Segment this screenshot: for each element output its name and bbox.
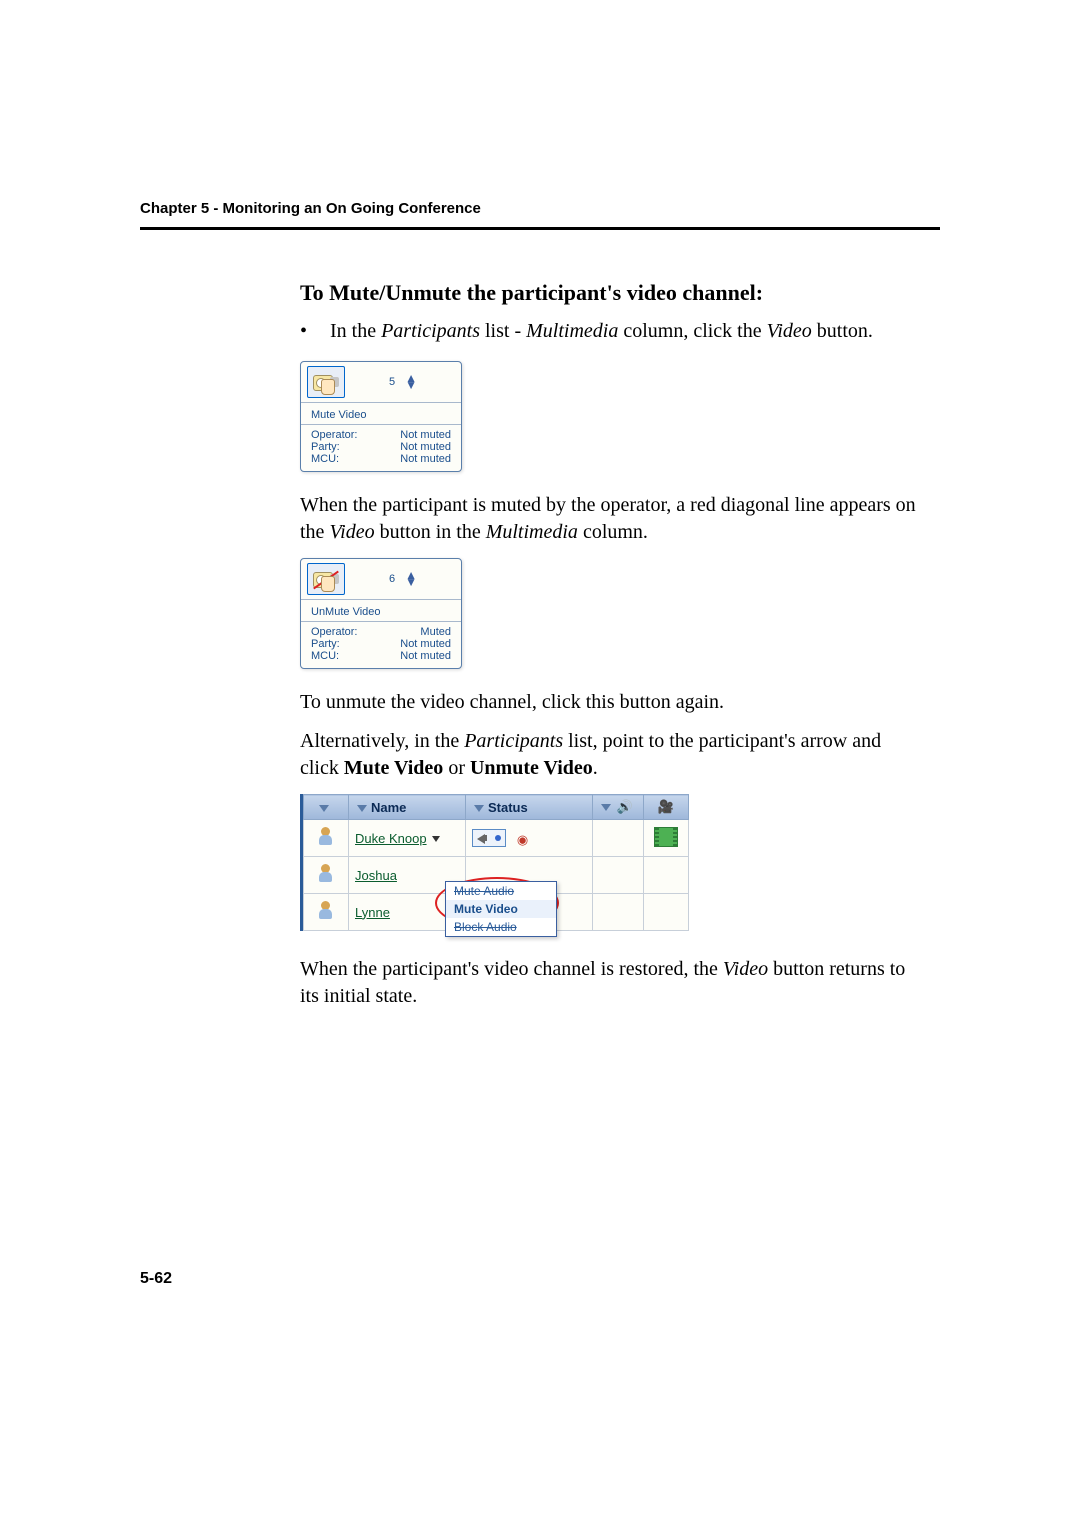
tooltip-title: Mute Video <box>301 403 461 425</box>
tooltip-title: UnMute Video <box>301 600 461 622</box>
tooltip-count: 5 <box>389 376 395 388</box>
hand-cursor-icon <box>321 576 335 592</box>
tooltip-row: MCU:Not muted <box>311 650 451 662</box>
participants-table-figure: Name Status 🔊 🎥 Duke Knoop <box>300 794 920 936</box>
participant-link[interactable]: Lynne <box>355 905 390 920</box>
tooltip-row: Operator:Muted <box>311 626 451 638</box>
column-header-status[interactable]: Status <box>466 795 593 820</box>
bullet-dot: • <box>300 318 330 345</box>
chapter-header: Chapter 5 - Monitoring an On Going Confe… <box>140 200 940 217</box>
participant-link[interactable]: Joshua <box>355 868 397 883</box>
tooltip-row: Operator:Not muted <box>311 429 451 441</box>
dropdown-icon[interactable] <box>432 836 440 842</box>
status-dot-icon: ◉ <box>517 832 528 847</box>
sort-icon <box>319 805 329 812</box>
context-menu: Mute Audio Mute Video Block Audio <box>445 881 557 937</box>
sort-icon <box>601 804 611 811</box>
camera-icon <box>313 373 339 391</box>
table-row[interactable]: Duke Knoop ◉ <box>304 820 689 857</box>
table-row[interactable]: Joshua Mute Audio Mute Video Block Audio <box>304 857 689 894</box>
speaker-icon <box>477 832 491 844</box>
participant-link[interactable]: Duke Knoop <box>355 831 427 846</box>
column-header-icon[interactable] <box>304 795 349 820</box>
paragraph: To unmute the video channel, click this … <box>300 689 920 716</box>
column-header-video[interactable]: 🎥 <box>644 795 689 820</box>
page-number: 5-62 <box>140 1270 940 1288</box>
unmute-video-tooltip-figure: 6 ▲▼ UnMute Video Operator:Muted Party:N… <box>300 558 920 669</box>
stepper-icon: ▲▼ <box>405 572 417 586</box>
video-button-muted[interactable] <box>307 563 345 595</box>
stepper-icon: ▲▼ <box>405 375 417 389</box>
person-icon <box>317 864 335 884</box>
paragraph: When the participant is muted by the ope… <box>300 492 920 546</box>
tooltip-row: Party:Not muted <box>311 441 451 453</box>
paragraph: When the participant's video channel is … <box>300 956 920 1010</box>
bullet-text: In the Participants list - Multimedia co… <box>330 318 873 345</box>
camera-muted-icon <box>313 570 339 588</box>
film-icon[interactable] <box>654 827 678 847</box>
participants-table: Name Status 🔊 🎥 Duke Knoop <box>303 794 689 931</box>
column-header-name[interactable]: Name <box>349 795 466 820</box>
sort-icon <box>357 805 367 812</box>
menu-item-mute-video[interactable]: Mute Video <box>446 900 556 918</box>
mute-video-tooltip-figure: 5 ▲▼ Mute Video Operator:Not muted Party… <box>300 361 920 472</box>
video-button[interactable] <box>307 366 345 398</box>
person-icon <box>317 901 335 921</box>
status-connected <box>472 829 506 847</box>
tooltip-row: MCU:Not muted <box>311 453 451 465</box>
tooltip-count: 6 <box>389 573 395 585</box>
person-icon <box>317 827 335 847</box>
menu-item-mute-audio[interactable]: Mute Audio <box>446 882 556 900</box>
menu-item-block-audio[interactable]: Block Audio <box>446 918 556 936</box>
column-header-audio[interactable]: 🔊 <box>593 795 644 820</box>
sort-icon <box>474 805 484 812</box>
section-title: To Mute/Unmute the participant's video c… <box>300 280 920 306</box>
header-divider <box>140 227 940 230</box>
hand-cursor-icon <box>321 379 335 395</box>
tooltip-row: Party:Not muted <box>311 638 451 650</box>
paragraph: Alternatively, in the Participants list,… <box>300 728 920 782</box>
